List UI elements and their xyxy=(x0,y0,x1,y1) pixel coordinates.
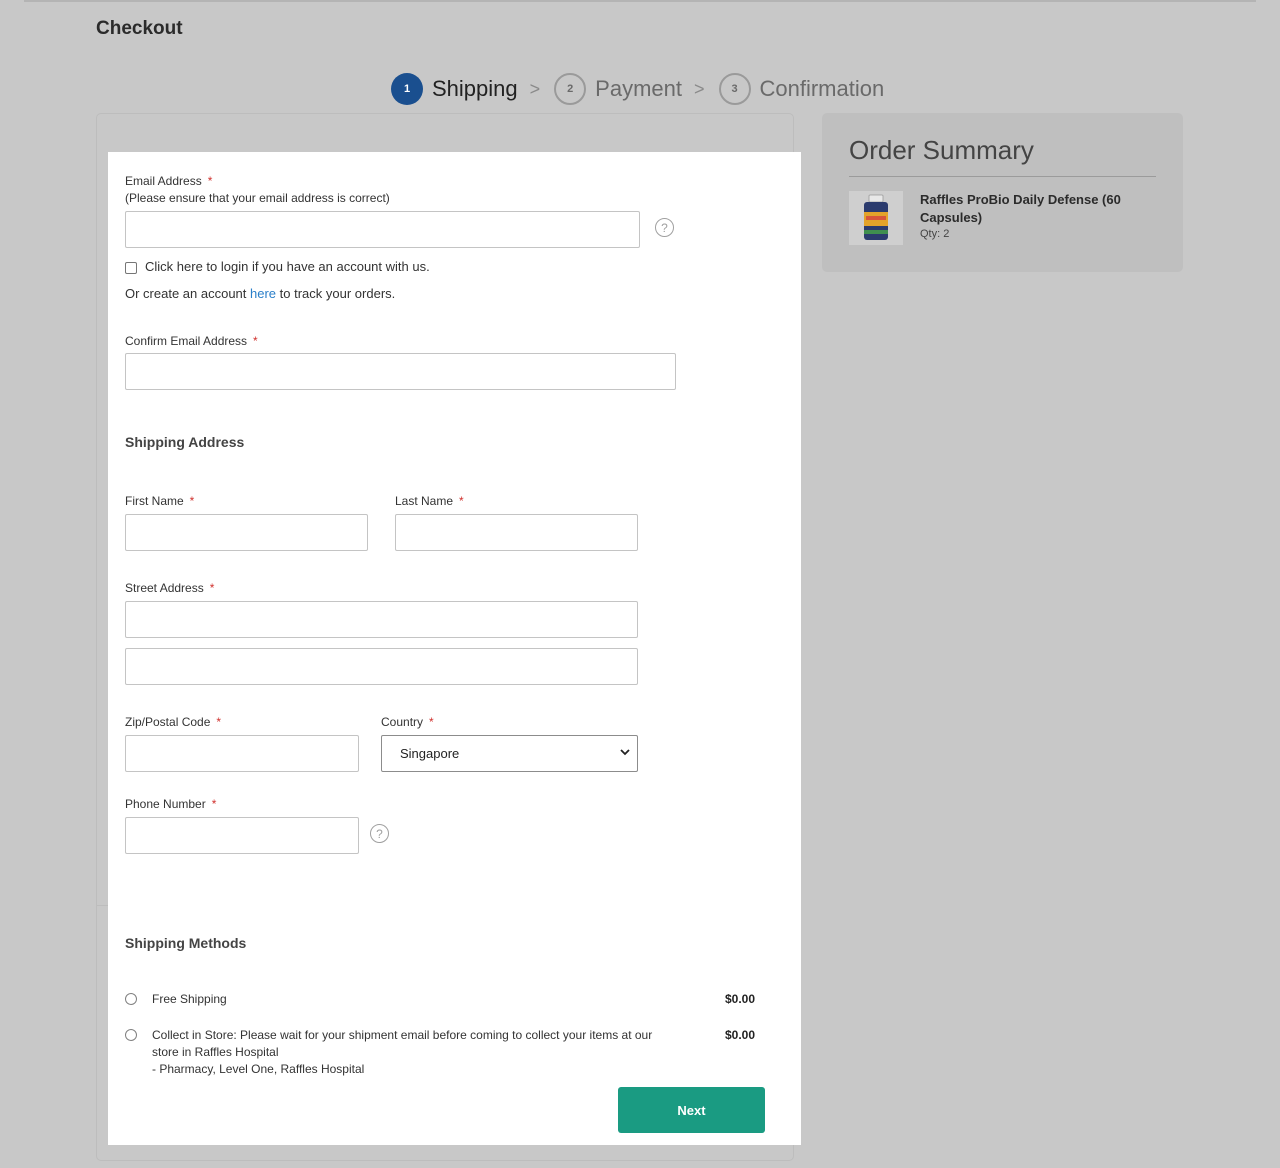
product-thumbnail[interactable] xyxy=(849,191,903,245)
phone-input[interactable] xyxy=(125,817,359,854)
phone-label: Phone Number * xyxy=(125,797,217,811)
product-qty: Qty: 2 xyxy=(920,228,950,240)
step-number-1: 1 xyxy=(391,73,423,105)
last-name-label: Last Name * xyxy=(395,494,464,508)
next-button[interactable]: Next xyxy=(618,1087,765,1133)
first-name-input[interactable] xyxy=(125,514,368,551)
step-payment[interactable]: 2 Payment xyxy=(554,73,682,105)
email-note: (Please ensure that your email address i… xyxy=(125,191,390,205)
order-summary-divider xyxy=(849,176,1156,177)
zip-label: Zip/Postal Code * xyxy=(125,715,222,729)
email-label: Email Address * xyxy=(125,174,213,188)
top-divider xyxy=(24,0,1256,2)
product-name[interactable]: Raffles ProBio Daily Defense (60 Capsule… xyxy=(920,191,1140,227)
country-label: Country * xyxy=(381,715,434,729)
collect-in-store-label[interactable]: Collect in Store: Please wait for your s… xyxy=(152,1027,692,1078)
step-label-shipping: Shipping xyxy=(432,76,518,101)
collect-in-store-price: $0.00 xyxy=(725,1028,756,1042)
collect-in-store-radio[interactable] xyxy=(125,1029,137,1041)
step-separator-icon: > xyxy=(529,78,541,99)
email-input[interactable] xyxy=(125,211,640,248)
street-address-line1-input[interactable] xyxy=(125,601,638,638)
supplement-bottle-icon xyxy=(864,194,888,240)
chevron-down-icon xyxy=(620,749,630,756)
step-label-confirmation: Confirmation xyxy=(759,76,885,101)
checkout-steps: 1 Shipping > 2 Payment > 3 Confirmation xyxy=(391,72,884,106)
create-account-text: Or create an account here to track your … xyxy=(125,286,396,301)
order-summary-title: Order Summary xyxy=(849,135,1034,165)
last-name-input[interactable] xyxy=(395,514,638,551)
free-shipping-price: $0.00 xyxy=(725,992,756,1006)
order-summary: Order Summary Raffles ProBio Daily Defen… xyxy=(822,113,1183,272)
step-number-3: 3 xyxy=(718,73,751,105)
shipping-address-heading: Shipping Address xyxy=(125,434,245,450)
login-checkbox[interactable] xyxy=(125,262,137,274)
free-shipping-radio[interactable] xyxy=(125,993,137,1005)
country-select[interactable]: Singapore xyxy=(381,735,638,772)
street-address-label: Street Address * xyxy=(125,581,215,595)
step-number-2: 2 xyxy=(554,73,587,105)
step-shipping[interactable]: 1 Shipping xyxy=(391,73,518,105)
phone-help-icon[interactable]: ? xyxy=(370,824,389,843)
step-separator-icon: > xyxy=(693,78,705,99)
create-account-link[interactable]: here xyxy=(250,286,276,301)
step-confirmation[interactable]: 3 Confirmation xyxy=(718,73,885,105)
first-name-label: First Name * xyxy=(125,494,195,508)
street-address-line2-input[interactable] xyxy=(125,648,638,685)
free-shipping-label[interactable]: Free Shipping xyxy=(152,991,227,1008)
confirm-email-label: Confirm Email Address * xyxy=(125,334,258,348)
confirm-email-input[interactable] xyxy=(125,353,676,390)
page-title: Checkout xyxy=(96,18,183,39)
email-help-icon[interactable]: ? xyxy=(655,218,674,237)
zip-input[interactable] xyxy=(125,735,359,772)
country-selected-value: Singapore xyxy=(400,746,460,761)
step-label-payment: Payment xyxy=(595,76,682,101)
login-checkbox-label[interactable]: Click here to login if you have an accou… xyxy=(145,259,430,274)
shipping-form: Email Address * (Please ensure that your … xyxy=(108,152,801,1145)
shipping-methods-heading: Shipping Methods xyxy=(125,935,247,951)
